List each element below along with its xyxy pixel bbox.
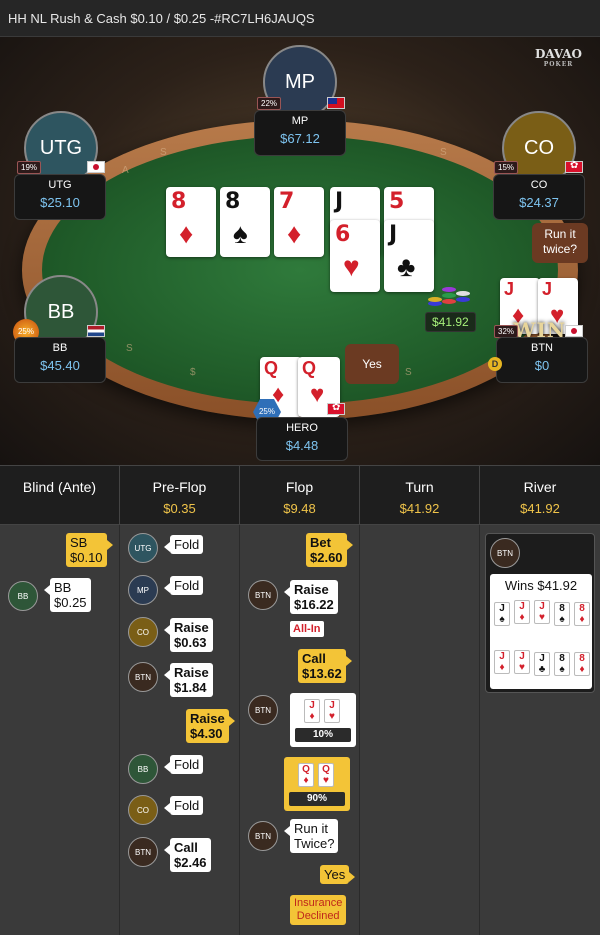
preflop-action-4: Raise $1.84 [164, 663, 213, 697]
japan-flag-icon [87, 161, 105, 173]
mini-card-jd: J ♦ [514, 600, 530, 624]
pos-btn-icon: BTN [248, 695, 278, 725]
vpip-badge-mp: 22% [257, 97, 282, 110]
yes-action: Yes [320, 865, 356, 884]
mini-card-qd: Q ♦ [298, 763, 314, 787]
pot-amount: $41.92 [425, 312, 476, 332]
river-result-box: BTN Wins $41.92 J ♠ J ♦ J ♥ 8 ♠ 8 ♦ J ♦ J ♥ J ♣ … [485, 533, 595, 693]
street-river[interactable]: River $41.92 [480, 466, 600, 524]
seat-name-bb: BB [52, 342, 68, 354]
pos-btn-icon: BTN [248, 580, 278, 610]
hong-kong-flag-icon [327, 402, 345, 415]
pos-co-icon: CO [128, 617, 158, 647]
street-preflop[interactable]: Pre-Flop $0.35 [120, 466, 240, 524]
seat-stack-bb: $45.40 [40, 358, 80, 373]
preflop-action-2: Fold [163, 576, 204, 595]
seat-name-utg: UTG [48, 179, 72, 191]
yes-bubble: Yes [345, 344, 399, 384]
vpip-badge-co: 15% [494, 161, 519, 174]
mini-card-8d: 8 ♦ [574, 602, 590, 626]
pos-btn-icon: BTN [128, 837, 158, 867]
chip-stack-icon [428, 285, 478, 315]
flop-raise: Raise $16.22 [284, 580, 338, 614]
insurance-declined: Insurance Declined [290, 895, 347, 925]
mini-card-8s: 8 ♠ [554, 652, 570, 676]
flop-call: Call $13.62 [298, 649, 352, 683]
pos-utg-icon: UTG [128, 533, 158, 563]
preflop-action-8: Call $2.46 [164, 838, 211, 872]
action-log: SB $0.10 BB BB $0.25 UTG Fold MP Fold CO… [0, 525, 600, 935]
seat-name-mp: MP [291, 115, 309, 127]
street-header-bar: Blind (Ante) Pre-Flop $0.35 Flop $9.48 Tur… [0, 465, 600, 525]
pos-mp-icon: MP [128, 575, 158, 605]
preflop-action-7: Fold [163, 796, 204, 815]
davao-poker-logo: DAVAO POKER [535, 47, 582, 68]
mini-card-8d: 8 ♦ [574, 652, 590, 676]
board-card-2: 8 ♠ [220, 187, 270, 257]
street-blind[interactable]: Blind (Ante) [0, 466, 120, 524]
flop-bet: Bet $2.60 [306, 533, 353, 567]
seat-name-btn: BTN [531, 342, 553, 354]
board-card-3: 7 ♦ [274, 187, 324, 257]
board-card-1: 8 ♦ [166, 187, 216, 257]
seat-stack-co: $24.37 [519, 195, 559, 210]
mini-card-jh: J ♥ [324, 699, 340, 723]
win-amount: Wins $41.92 [504, 578, 578, 593]
board-card-run2-1: 6 ♥ [330, 220, 380, 292]
mini-card-jd: J ♦ [304, 699, 320, 723]
btn-equity-value: 10% [295, 728, 351, 742]
pos-btn-icon: BTN [128, 662, 158, 692]
pos-btn-icon: BTN [490, 538, 520, 568]
seat-stack-mp: $67.12 [280, 131, 320, 146]
mini-card-jh: J ♥ [534, 600, 550, 624]
hong-kong-flag-icon [565, 160, 583, 173]
mini-card-js: J ♠ [494, 602, 510, 626]
mini-card-jd: J ♦ [494, 650, 510, 674]
run-it-twice-action: Run it Twice? [283, 819, 339, 853]
poker-table: A S S $ S S DAVAO POKER MP 22% MP $67.12… [0, 37, 600, 465]
log-col-blind: SB $0.10 BB BB $0.25 [0, 525, 120, 935]
board-card-run2-2: J ♣ [384, 220, 434, 292]
log-col-preflop: UTG Fold MP Fold CO Raise $0.63 BTN Rais… [120, 525, 240, 935]
winning-hands: Wins $41.92 J ♠ J ♦ J ♥ 8 ♠ 8 ♦ J ♦ J ♥ J ♣ 8 ♠ 8… [490, 574, 592, 689]
seat-stack-hero: $4.48 [285, 438, 319, 453]
vpip-badge-bb: 25% [17, 327, 34, 336]
preflop-action-1: Fold [163, 535, 204, 554]
btn-equity-box: J ♦ J ♥ 10% [290, 693, 356, 747]
mini-card-qh: Q ♥ [318, 763, 334, 787]
seat-stack-btn: $0 [534, 358, 550, 373]
log-col-turn [360, 525, 480, 935]
pos-bb-icon: BB [8, 581, 38, 611]
all-in-badge: All-In [290, 621, 324, 637]
vpip-badge-hero: 25% [258, 407, 275, 416]
seat-name-co: CO [530, 179, 548, 191]
vpip-badge-utg: 19% [17, 161, 42, 174]
mini-card-jc: J ♣ [534, 652, 550, 676]
preflop-action-6: Fold [163, 755, 204, 774]
pos-co-icon: CO [128, 795, 158, 825]
preflop-action-5: Raise $4.30 [186, 709, 235, 743]
hero-equity-box: Q ♦ Q ♥ 90% [284, 757, 350, 811]
taiwan-flag-icon [327, 97, 345, 109]
pos-btn-icon: BTN [248, 821, 278, 851]
sb-action: SB $0.10 [66, 533, 113, 567]
seat-stack-utg: $25.10 [40, 195, 80, 210]
bb-action: BB $0.25 [44, 578, 91, 612]
seat-name-hero: HERO [286, 422, 318, 434]
hero-equity-value: 90% [289, 792, 345, 806]
run-it-twice-bubble: Run it twice? [532, 223, 588, 263]
mini-card-8s: 8 ♠ [554, 602, 570, 626]
pos-bb-icon: BB [128, 754, 158, 784]
street-turn[interactable]: Turn $41.92 [360, 466, 480, 524]
hand-history-title: HH NL Rush & Cash $0.10 / $0.25 -#RC7LH6… [0, 0, 600, 37]
log-col-flop: Bet $2.60 BTN Raise $16.22 All-In Call $… [240, 525, 360, 935]
japan-flag-icon [565, 325, 583, 337]
netherlands-flag-icon [87, 325, 105, 337]
street-flop[interactable]: Flop $9.48 [240, 466, 360, 524]
preflop-action-3: Raise $0.63 [164, 618, 213, 652]
mini-card-jh: J ♥ [514, 650, 530, 674]
dealer-button-icon: D [488, 357, 502, 371]
